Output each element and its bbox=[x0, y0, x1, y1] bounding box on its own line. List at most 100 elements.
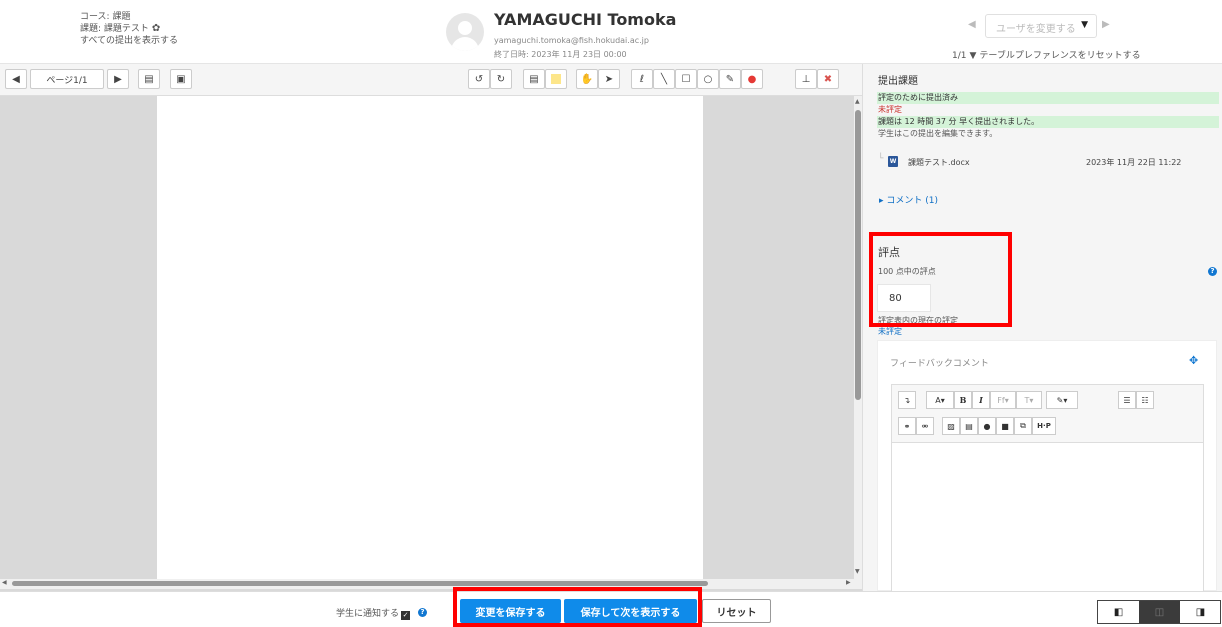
show-more-buttons[interactable]: ↴ bbox=[898, 391, 916, 409]
microphone-icon: ● bbox=[983, 421, 991, 431]
next-user-icon[interactable]: ▶ bbox=[1102, 19, 1110, 30]
pan-tool-button[interactable]: ✋ bbox=[576, 69, 598, 89]
next-page-button[interactable]: ▶ bbox=[107, 69, 129, 89]
arrow-right-icon: ▶ bbox=[114, 73, 122, 85]
delete-annotation-button[interactable]: ✖ bbox=[817, 69, 839, 89]
h5p-icon: H·P bbox=[1037, 422, 1051, 430]
font-family-button[interactable]: Ff▾ bbox=[990, 391, 1016, 409]
manage-files-button[interactable]: ⧉ bbox=[1014, 417, 1032, 435]
unlink-icon: ⚮ bbox=[921, 421, 929, 431]
ordered-list-button[interactable]: ☷ bbox=[1136, 391, 1154, 409]
previous-user-icon[interactable]: ◀ bbox=[968, 19, 976, 30]
current-grade-value: 未評定 bbox=[878, 327, 902, 336]
scroll-right-icon[interactable]: ▶ bbox=[846, 579, 851, 586]
notify-help-icon[interactable]: ? bbox=[418, 608, 427, 617]
stamp-icon: ⊥ bbox=[801, 73, 811, 85]
annotation-toolbar: ◀ ページ1/1 ▶ ▤ ▣ ↺ ↻ ▤ ✋ ➤ ℓ ╲ ☐ ○ ✎ ● ⊥ ✖ bbox=[0, 64, 862, 96]
document-viewer: ▲ ▼ ◀ ▶ bbox=[0, 96, 862, 591]
scroll-down-icon[interactable]: ▼ bbox=[855, 568, 860, 575]
annotation-color-button[interactable]: ● bbox=[741, 69, 763, 89]
media-icon: ▤ bbox=[965, 421, 973, 431]
help-icon[interactable]: ? bbox=[1208, 267, 1217, 276]
select-tool-button[interactable]: ➤ bbox=[598, 69, 620, 89]
pen-tool-button[interactable]: ℓ bbox=[631, 69, 653, 89]
record-audio-button[interactable]: ● bbox=[978, 417, 996, 435]
unlink-button[interactable]: ⚮ bbox=[916, 417, 934, 435]
comment-color-button[interactable] bbox=[545, 69, 567, 89]
line-icon: ╲ bbox=[660, 73, 668, 85]
submitted-file-link[interactable]: 課題テスト.docx bbox=[908, 157, 970, 168]
default-layout-button[interactable]: ◫ bbox=[1139, 601, 1180, 623]
arrow-left-icon: ◀ bbox=[12, 73, 20, 85]
line-tool-button[interactable]: ╲ bbox=[653, 69, 675, 89]
scroll-up-icon[interactable]: ▲ bbox=[855, 98, 860, 105]
rectangle-tool-button[interactable]: ☐ bbox=[675, 69, 697, 89]
brush-icon: ✎▾ bbox=[1056, 395, 1068, 405]
user-name[interactable]: YAMAGUCHI Tomoka bbox=[494, 10, 676, 29]
previous-page-button[interactable]: ◀ bbox=[5, 69, 27, 89]
rotate-left-button[interactable]: ↺ bbox=[468, 69, 490, 89]
h5p-button[interactable]: H·P bbox=[1032, 417, 1056, 435]
notify-student-checkbox[interactable]: 学生に通知する ✓ bbox=[336, 606, 411, 620]
comments-toggle[interactable]: ▸ コメント (1) bbox=[879, 193, 938, 206]
oval-tool-button[interactable]: ○ bbox=[697, 69, 719, 89]
grading-panel: 提出課題 評定のために提出済み 未評定 課題は 12 時間 37 分 早く提出さ… bbox=[862, 64, 1222, 604]
search-comments-button[interactable]: ▤ bbox=[138, 69, 160, 89]
page-select[interactable]: ページ1/1 bbox=[30, 69, 104, 89]
expand-comments-button[interactable]: ▣ bbox=[170, 69, 192, 89]
highlight-tool-button[interactable]: ✎ bbox=[719, 69, 741, 89]
rotate-right-icon: ↻ bbox=[496, 73, 506, 85]
fullscreen-icon[interactable]: ✥ bbox=[1189, 354, 1198, 367]
editor-toolbar: ↴ A▾ B I Ff▾ T▾ ✎▾ ☰ ☷ ⚭ ⚮ ▨ ▤ ● ■ ⧉ H·P bbox=[892, 385, 1203, 443]
unordered-list-button[interactable]: ☰ bbox=[1118, 391, 1136, 409]
user-count: 1/1 ▼ テーブルプレファレンスをリセットする bbox=[952, 51, 1141, 61]
font-family-icon: Ff▾ bbox=[997, 395, 1009, 405]
reset-table-preferences-link[interactable]: テーブルプレファレンスをリセットする bbox=[979, 51, 1140, 61]
vertical-scrollbar[interactable]: ▲ ▼ bbox=[854, 96, 862, 579]
panel-right-icon: ◨ bbox=[1195, 606, 1206, 618]
view-all-submissions-link[interactable]: すべての提出を表示する bbox=[80, 35, 178, 47]
bold-icon: B bbox=[959, 395, 967, 405]
gear-icon[interactable]: ✿ bbox=[152, 23, 160, 34]
comment-tool-button[interactable]: ▤ bbox=[523, 69, 545, 89]
italic-button[interactable]: I bbox=[972, 391, 990, 409]
bold-button[interactable]: B bbox=[954, 391, 972, 409]
chevron-down-icon: ▼ bbox=[1081, 20, 1088, 30]
feedback-comments-panel: フィードバックコメント ✥ ↴ A▾ B I Ff▾ T▾ ✎▾ ☰ ☷ ⚭ ⚮… bbox=[877, 340, 1217, 604]
status-submitted: 評定のために提出済み bbox=[877, 92, 1219, 104]
checkbox-checked-icon[interactable]: ✓ bbox=[401, 611, 411, 620]
comment-icon: ▤ bbox=[529, 73, 539, 85]
reset-button[interactable]: リセット bbox=[702, 599, 771, 623]
italic-icon: I bbox=[979, 395, 983, 405]
word-file-icon: W bbox=[888, 156, 898, 167]
scroll-left-icon[interactable]: ◀ bbox=[2, 579, 7, 586]
submitted-file-row: └ W 課題テスト.docx 2023年 11月 22日 11:22 bbox=[878, 154, 1218, 170]
filter-icon[interactable]: ▼ bbox=[969, 51, 976, 61]
font-color-button[interactable]: A▾ bbox=[926, 391, 954, 409]
link-button[interactable]: ⚭ bbox=[898, 417, 916, 435]
horizontal-scroll-thumb[interactable] bbox=[12, 581, 708, 586]
record-video-button[interactable]: ■ bbox=[996, 417, 1014, 435]
document-page[interactable] bbox=[157, 96, 703, 582]
assignment-link[interactable]: 課題: 課題テスト ✿ bbox=[80, 23, 178, 35]
highlight-color-button[interactable]: ✎▾ bbox=[1046, 391, 1078, 409]
change-user-select[interactable]: ユーザを変更する ▼ bbox=[985, 14, 1097, 38]
cursor-icon: ➤ bbox=[604, 73, 614, 85]
stamp-tool-button[interactable]: ⊥ bbox=[795, 69, 817, 89]
collapse-review-panel-button[interactable]: ◧ bbox=[1098, 601, 1139, 623]
font-size-button[interactable]: T▾ bbox=[1016, 391, 1042, 409]
link-icon: ⚭ bbox=[903, 421, 911, 431]
vertical-scroll-thumb[interactable] bbox=[855, 110, 861, 400]
close-icon: ✖ bbox=[823, 73, 833, 85]
insert-media-button[interactable]: ▤ bbox=[960, 417, 978, 435]
submitted-file-date: 2023年 11月 22日 11:22 bbox=[1086, 158, 1182, 167]
rotate-right-button[interactable]: ↻ bbox=[490, 69, 512, 89]
course-link[interactable]: コース: 課題 bbox=[80, 11, 178, 23]
collapse-grade-panel-button[interactable]: ◨ bbox=[1180, 601, 1221, 623]
course-info: コース: 課題 課題: 課題テスト ✿ すべての提出を表示する bbox=[80, 11, 178, 47]
insert-image-button[interactable]: ▨ bbox=[942, 417, 960, 435]
files-icon: ⧉ bbox=[1020, 421, 1026, 430]
rectangle-icon: ☐ bbox=[681, 73, 691, 85]
horizontal-scrollbar[interactable]: ◀ ▶ bbox=[0, 579, 862, 589]
numbered-list-icon: ☷ bbox=[1141, 395, 1149, 405]
